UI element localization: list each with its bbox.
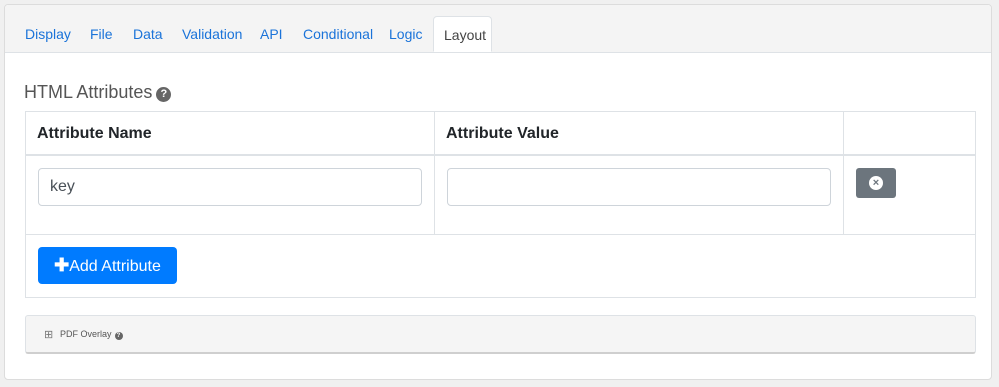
tab-file[interactable]: File <box>90 17 113 52</box>
question-circle-icon[interactable]: ? <box>114 332 123 340</box>
expand-icon[interactable]: ⊞ <box>44 328 53 341</box>
attribute-value-input[interactable] <box>447 168 831 206</box>
pdf-overlay-panel[interactable]: ⊞ PDF Overlay? <box>25 315 976 354</box>
tab-data[interactable]: Data <box>133 17 163 52</box>
tab-logic[interactable]: Logic <box>389 17 422 52</box>
attribute-name-header: Attribute Name <box>37 125 152 142</box>
add-attribute-label: Add Attribute <box>69 258 161 275</box>
pdf-overlay-heading: PDF Overlay? <box>60 329 123 340</box>
html-attributes-heading: HTML Attributes? <box>24 82 172 103</box>
tab-conditional[interactable]: Conditional <box>303 17 373 52</box>
times-circle-icon: × <box>869 176 883 190</box>
tab-api[interactable]: API <box>260 17 283 52</box>
tab-validation[interactable]: Validation <box>182 17 242 52</box>
panel-title-text: PDF Overlay <box>60 329 112 339</box>
section-title-text: HTML Attributes <box>24 82 153 102</box>
remove-attribute-button[interactable]: × <box>856 168 896 198</box>
add-attribute-button[interactable]: ✚Add Attribute <box>38 247 177 284</box>
plus-icon: ✚ <box>54 255 70 275</box>
tab-display[interactable]: Display <box>25 17 71 52</box>
component-settings-panel: Display File Data Validation API Conditi… <box>4 4 992 380</box>
column-divider <box>843 112 844 234</box>
attribute-value-header: Attribute Value <box>446 125 559 142</box>
tab-layout[interactable]: Layout <box>433 16 492 52</box>
attribute-name-input[interactable] <box>38 168 422 206</box>
settings-tabs: Display File Data Validation API Conditi… <box>5 5 991 53</box>
column-divider <box>434 112 435 234</box>
row-divider <box>26 234 975 235</box>
header-divider <box>26 154 975 156</box>
attributes-table: Attribute Name Attribute Value × ✚Add At… <box>25 111 976 298</box>
question-circle-icon[interactable]: ? <box>156 87 172 102</box>
